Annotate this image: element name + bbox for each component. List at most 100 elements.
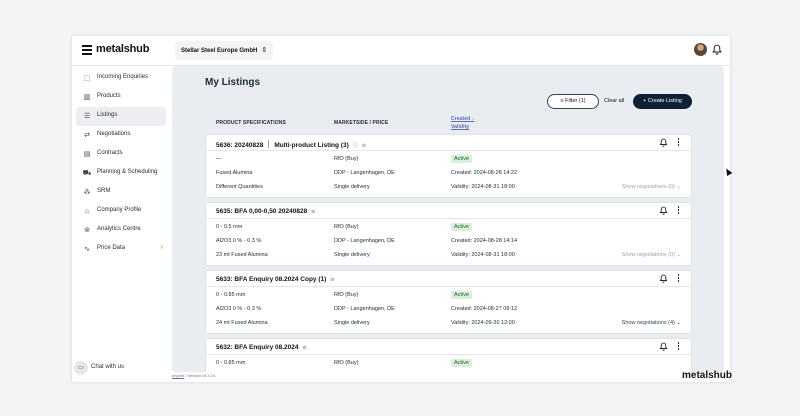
- sidebar-item-label: Contracts: [97, 150, 123, 156]
- info-icon: ⓘ: [352, 143, 358, 149]
- app-logo[interactable]: metalshub: [96, 43, 149, 55]
- version-info: Imprint / Version v3.3.14: [172, 373, 215, 378]
- listing-subtitle: Multi-product Listing (3): [274, 142, 349, 149]
- listing-id[interactable]: 5632: BFA Enquiry 08.2024: [216, 344, 299, 351]
- sidebar-item-label: Price Data: [97, 245, 126, 251]
- clear-all-button[interactable]: Clear all: [604, 98, 624, 104]
- sidebar-item-label: Analytics Centre: [97, 226, 141, 232]
- validity-date: Validity: 2024-08-31 18:00: [451, 184, 515, 190]
- listing-id[interactable]: 5635: BFA 0,00-0,50 20240828: [216, 208, 307, 215]
- show-negotiations-button[interactable]: Show negotiations (0) ⌄: [622, 252, 681, 258]
- bell-icon[interactable]: [712, 44, 722, 55]
- chevron-down-icon: ⌄: [676, 320, 681, 326]
- spec-line: Fused Alumina: [216, 170, 253, 176]
- sidebar-item-incoming-enquiries[interactable]: ⬚ Incoming Enquiries: [76, 69, 166, 88]
- sidebar-item-analytics-centre[interactable]: ⊚ Analytics Centre: [76, 221, 166, 240]
- sidebar-item-planning-scheduling[interactable]: ⛟ Planning & Scheduling: [76, 164, 166, 183]
- app-window: metalshub Stellar Steel Europe GmbH ⇕ ⬚ In…: [72, 36, 730, 382]
- more-options-icon[interactable]: [676, 138, 681, 148]
- market-line: DDP - Langenhagen, DE: [334, 170, 395, 176]
- footer-logo: metalshub: [682, 370, 732, 381]
- sidebar-item-label: SRM: [97, 188, 111, 194]
- chat-label: Chat with us: [91, 364, 125, 370]
- show-negotiations-label: Show negotiations (0): [621, 184, 675, 190]
- chat-button[interactable]: ▭ Chat with us: [72, 360, 172, 378]
- sidebar-item-negotiations[interactable]: ⇄ Negotiations: [76, 126, 166, 145]
- bell-icon[interactable]: [659, 138, 668, 147]
- company-selector[interactable]: Stellar Steel Europe GmbH ⇕: [175, 41, 274, 60]
- version-text: / Version v3.3.14: [185, 373, 216, 378]
- show-negotiations-button[interactable]: Show negotiations (4) ⌄: [622, 320, 681, 326]
- market-line: RfO (Buy): [334, 292, 359, 298]
- filter-icon: ≡: [560, 98, 564, 104]
- listing-id[interactable]: 5633: BFA Enquiry 08.2024 Copy (1): [216, 276, 326, 283]
- menu-icon[interactable]: [82, 45, 92, 55]
- handshake-icon: ⇄: [84, 132, 90, 139]
- market-line: Single delivery: [334, 252, 370, 258]
- create-listing-button[interactable]: + Create Listing: [633, 94, 692, 109]
- column-header-created-validity[interactable]: Created ↓ Validity: [451, 115, 474, 131]
- company-name: Stellar Steel Europe GmbH: [181, 48, 258, 54]
- main-content: My Listings ≡ Filter (1) Clear all + Cre…: [172, 66, 724, 372]
- chat-icon: ▭: [74, 361, 88, 375]
- market-line: Single delivery: [334, 184, 370, 190]
- column-header-spec: PRODUCT SPECIFICATIONS: [216, 120, 286, 126]
- status-badge: Active: [451, 291, 472, 299]
- imprint-link[interactable]: Imprint: [172, 373, 184, 378]
- spec-line: 0 - 0.85 mm: [216, 292, 246, 298]
- validity-date: Validity: 2024-08-31 18:00: [451, 252, 515, 258]
- created-date: Created: 2024-08-28 14:14: [451, 238, 518, 244]
- listing-id[interactable]: 5636: 20240828: [216, 142, 263, 149]
- sidebar-item-contracts[interactable]: ▤ Contracts: [76, 145, 166, 164]
- sidebar-item-listings[interactable]: ☰ Listings: [76, 107, 166, 126]
- listing-card-header: 5633: BFA Enquiry 08.2024 Copy (1) ⊘: [206, 271, 691, 287]
- truck-icon: ⛟: [82, 170, 92, 177]
- document-icon: ▤: [83, 151, 91, 158]
- more-options-icon[interactable]: [676, 342, 681, 352]
- sidebar-item-label: Listings: [97, 112, 118, 118]
- created-date: Created: 2024-08-28 14:22: [451, 170, 518, 176]
- top-bar: metalshub Stellar Steel Europe GmbH ⇕: [72, 36, 730, 66]
- market-line: RfO (Buy): [334, 360, 359, 366]
- filter-label: Filter (1): [565, 98, 586, 104]
- status-badge: Active: [451, 155, 472, 163]
- sidebar-item-products[interactable]: ▥ Products: [76, 88, 166, 107]
- listing-card-header: 5635: BFA 0,00-0,50 20240828 ⊘: [206, 203, 691, 219]
- chevron-right-icon: ›: [160, 244, 163, 251]
- avatar[interactable]: [694, 43, 707, 56]
- bell-icon[interactable]: [659, 274, 668, 283]
- spec-line: Al2O3 0 % - 0.3 %: [216, 238, 262, 244]
- more-options-icon[interactable]: [676, 274, 681, 284]
- chevron-down-icon: ⌄: [676, 252, 681, 258]
- listing-card[interactable]: 5636: 20240828 Multi-product Listing (3) ⓘ…: [205, 134, 692, 198]
- sidebar-item-price-data[interactable]: ∿ Price Data ›: [76, 240, 166, 259]
- analytics-icon: ⊚: [84, 227, 90, 234]
- spec-line: 23 mt Fused Alumina: [216, 252, 268, 258]
- sidebar-item-srm[interactable]: ⁂ SRM: [76, 183, 166, 202]
- sort-validity[interactable]: Validity: [451, 124, 469, 130]
- link-icon: ⊘: [330, 277, 335, 283]
- sort-created[interactable]: Created: [451, 116, 470, 122]
- show-negotiations-label: Show negotiations (0): [621, 252, 675, 258]
- chevron-down-icon: ⌄: [676, 184, 681, 190]
- bell-icon[interactable]: [659, 206, 668, 215]
- listing-card-header: 5636: 20240828 Multi-product Listing (3) ⓘ…: [206, 135, 691, 151]
- filter-button[interactable]: ≡ Filter (1): [547, 94, 599, 109]
- listing-card-header: 5632: BFA Enquiry 08.2024 ⊘: [206, 339, 691, 355]
- listing-card[interactable]: 5633: BFA Enquiry 08.2024 Copy (1) ⊘ 0 - …: [205, 270, 692, 334]
- create-listing-label: Create Listing: [647, 98, 682, 104]
- building-icon: ⌂: [84, 208, 90, 215]
- listing-card[interactable]: 5632: BFA Enquiry 08.2024 ⊘ 0 - 0.85 mm R…: [205, 338, 692, 372]
- footer-logo-text: metalshub: [682, 370, 733, 381]
- more-options-icon[interactable]: [676, 206, 681, 216]
- show-negotiations-button[interactable]: Show negotiations (0) ⌄: [622, 184, 681, 190]
- listing-card[interactable]: 5635: BFA 0,00-0,50 20240828 ⊘ 0 - 0.5 mm…: [205, 202, 692, 266]
- sidebar-item-label: Negotiations: [97, 131, 131, 137]
- sidebar-item-company-profile[interactable]: ⌂ Company Profile: [76, 202, 166, 221]
- spec-line: —: [216, 156, 222, 162]
- market-line: Single delivery: [334, 320, 370, 326]
- column-header-market: MARKETSIDE / PRICE: [334, 120, 389, 126]
- market-line: DDP - Langenhagen, DE: [334, 306, 395, 312]
- sidebar: ⬚ Incoming Enquiries ▥ Products ☰ Listings …: [72, 66, 172, 382]
- bell-icon[interactable]: [659, 342, 668, 351]
